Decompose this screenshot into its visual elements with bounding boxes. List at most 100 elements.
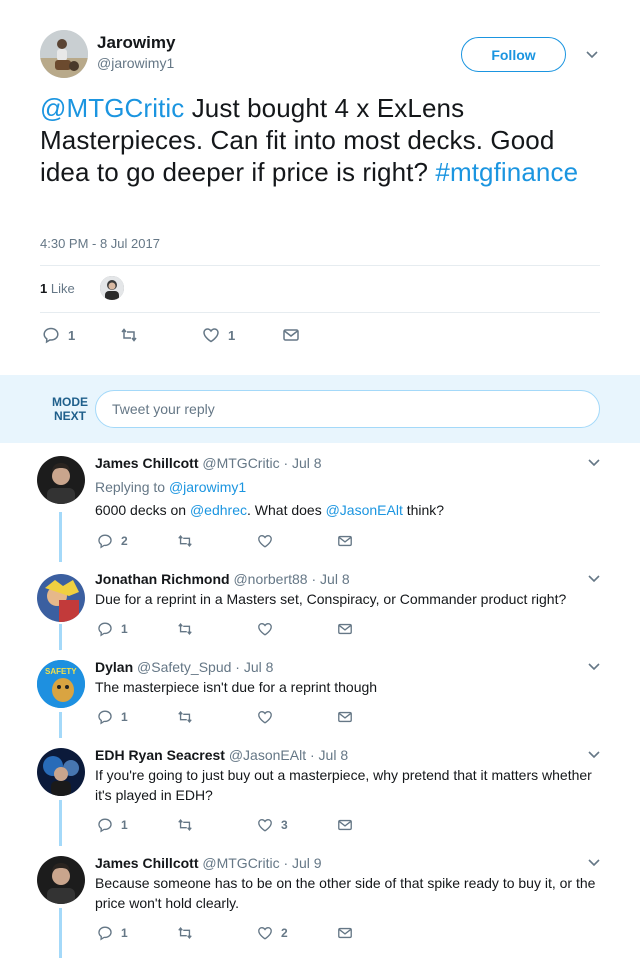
reply-date[interactable]: · Jul 8 [310, 747, 348, 763]
retweet-action[interactable] [177, 533, 193, 549]
current-user-avatar[interactable]: MODE NEXT [50, 389, 90, 429]
thread-line [59, 624, 62, 650]
reply-text-part: 6000 decks on [95, 502, 190, 518]
reply-date[interactable]: · Jul 8 [235, 659, 273, 675]
author-handle[interactable]: @jarowimy1 [97, 55, 174, 71]
like-action[interactable] [257, 621, 273, 637]
reply-author-handle[interactable]: @Safety_Spud [137, 659, 231, 675]
like-action[interactable] [257, 533, 273, 549]
envelope-icon [338, 711, 352, 723]
direct-message-action[interactable] [337, 709, 353, 725]
reply-count: 2 [121, 534, 128, 548]
retweet-icon [121, 328, 137, 342]
direct-message-action[interactable] [337, 533, 353, 549]
reply-count: 1 [68, 327, 76, 343]
reply-text: The masterpiece isn't due for a reprint … [95, 679, 378, 695]
reply-menu-chevron-down-icon[interactable] [587, 572, 601, 586]
envelope-icon [338, 535, 352, 547]
likes-word: Like [50, 281, 75, 296]
tweet-menu-chevron-down-icon[interactable] [585, 48, 599, 62]
reply-avatar[interactable]: SAFETY [37, 660, 85, 708]
reply-avatar[interactable] [37, 856, 85, 904]
hashtag-link[interactable]: #mtgfinance [435, 157, 578, 187]
reply-icon [98, 534, 112, 549]
reply-menu-chevron-down-icon[interactable] [587, 456, 601, 470]
reply-icon [98, 622, 112, 637]
tweet-timestamp[interactable]: 4:30 PM - 8 Jul 2017 [40, 236, 160, 251]
direct-message-action[interactable] [337, 925, 353, 941]
like-action[interactable]: 2 [257, 925, 288, 941]
reply-count: 1 [121, 710, 128, 724]
mention-link[interactable]: @MTGCritic [40, 93, 184, 123]
reply-action[interactable]: 1 [97, 709, 128, 725]
divider [40, 312, 600, 313]
mention-link[interactable]: @edhrec [190, 502, 247, 518]
reply-input[interactable]: Tweet your reply [95, 390, 600, 428]
retweet-action[interactable] [177, 817, 193, 833]
retweet-action[interactable] [177, 709, 193, 725]
thread-line [59, 512, 62, 562]
like-action[interactable] [257, 709, 273, 725]
reply-author-handle[interactable]: @JasonEAlt [229, 747, 306, 763]
direct-message-action[interactable] [282, 326, 300, 344]
reply-author-name[interactable]: James Chillcott [95, 855, 198, 871]
envelope-icon [283, 329, 299, 341]
reply-header: Jonathan Richmond @norbert88 · Jul 8 [95, 571, 350, 587]
heart-icon [258, 710, 272, 724]
retweet-action[interactable] [177, 925, 193, 941]
reply-avatar[interactable] [37, 574, 85, 622]
reply-date[interactable]: · Jul 8 [283, 455, 321, 471]
envelope-icon [338, 927, 352, 939]
reply-action[interactable]: 1 [97, 925, 128, 941]
direct-message-action[interactable] [337, 817, 353, 833]
reply-icon [98, 818, 112, 833]
reply-text-part: think? [402, 502, 445, 518]
follow-button[interactable]: Follow [461, 37, 566, 72]
reply-author-name[interactable]: Dylan [95, 659, 133, 675]
current-user-avatar-text: MODE [52, 395, 88, 409]
mention-link[interactable]: @JasonEAlt [326, 502, 403, 518]
reply-icon [98, 710, 112, 725]
reply-header: EDH Ryan Seacrest @JasonEAlt · Jul 8 [95, 747, 348, 763]
likes-summary[interactable]: 1 Like [40, 281, 75, 296]
reply-action[interactable]: 1 [97, 621, 128, 637]
reply-author-name[interactable]: James Chillcott [95, 455, 198, 471]
svg-text:NEXT: NEXT [54, 409, 87, 423]
retweet-action[interactable] [177, 621, 193, 637]
reply-author-handle[interactable]: @MTGCritic [202, 455, 279, 471]
direct-message-action[interactable] [337, 621, 353, 637]
tweet-text: @MTGCritic Just bought 4 x ExLens Master… [40, 92, 600, 188]
reply-author-name[interactable]: Jonathan Richmond [95, 571, 230, 587]
reply-menu-chevron-down-icon[interactable] [587, 660, 601, 674]
reply-date[interactable]: · Jul 9 [283, 855, 321, 871]
like-count: 2 [281, 926, 288, 940]
reply-date[interactable]: · Jul 8 [312, 571, 350, 587]
replying-to-handle[interactable]: @jarowimy1 [169, 479, 246, 495]
reply-header: James Chillcott @MTGCritic · Jul 8 [95, 455, 322, 471]
reply-author-name[interactable]: EDH Ryan Seacrest [95, 747, 225, 763]
like-action[interactable]: 1 [202, 326, 235, 344]
like-count: 3 [281, 818, 288, 832]
reply-text: If you're going to just buy out a master… [95, 767, 592, 803]
retweet-icon [178, 535, 192, 547]
reply-menu-chevron-down-icon[interactable] [587, 748, 601, 762]
reply-action[interactable]: 2 [97, 533, 128, 549]
reply-menu-chevron-down-icon[interactable] [587, 856, 601, 870]
like-action[interactable]: 3 [257, 817, 288, 833]
author-name[interactable]: Jarowimy [97, 33, 175, 53]
envelope-icon [338, 623, 352, 635]
reply-text: Because someone has to be on the other s… [95, 875, 596, 911]
liker-avatar[interactable] [100, 276, 124, 300]
reply-icon [43, 327, 59, 344]
reply-avatar[interactable] [37, 456, 85, 504]
author-avatar[interactable] [40, 30, 88, 78]
reply-author-handle[interactable]: @norbert88 [233, 571, 307, 587]
reply-action[interactable]: 1 [97, 817, 128, 833]
reply-avatar[interactable] [37, 748, 85, 796]
thread-line [59, 800, 62, 846]
replying-to-prefix: Replying to [95, 479, 169, 495]
retweet-action[interactable] [120, 326, 138, 344]
reply-action[interactable]: 1 [42, 326, 75, 344]
reply-author-handle[interactable]: @MTGCritic [202, 855, 279, 871]
reply-icon [98, 926, 112, 941]
